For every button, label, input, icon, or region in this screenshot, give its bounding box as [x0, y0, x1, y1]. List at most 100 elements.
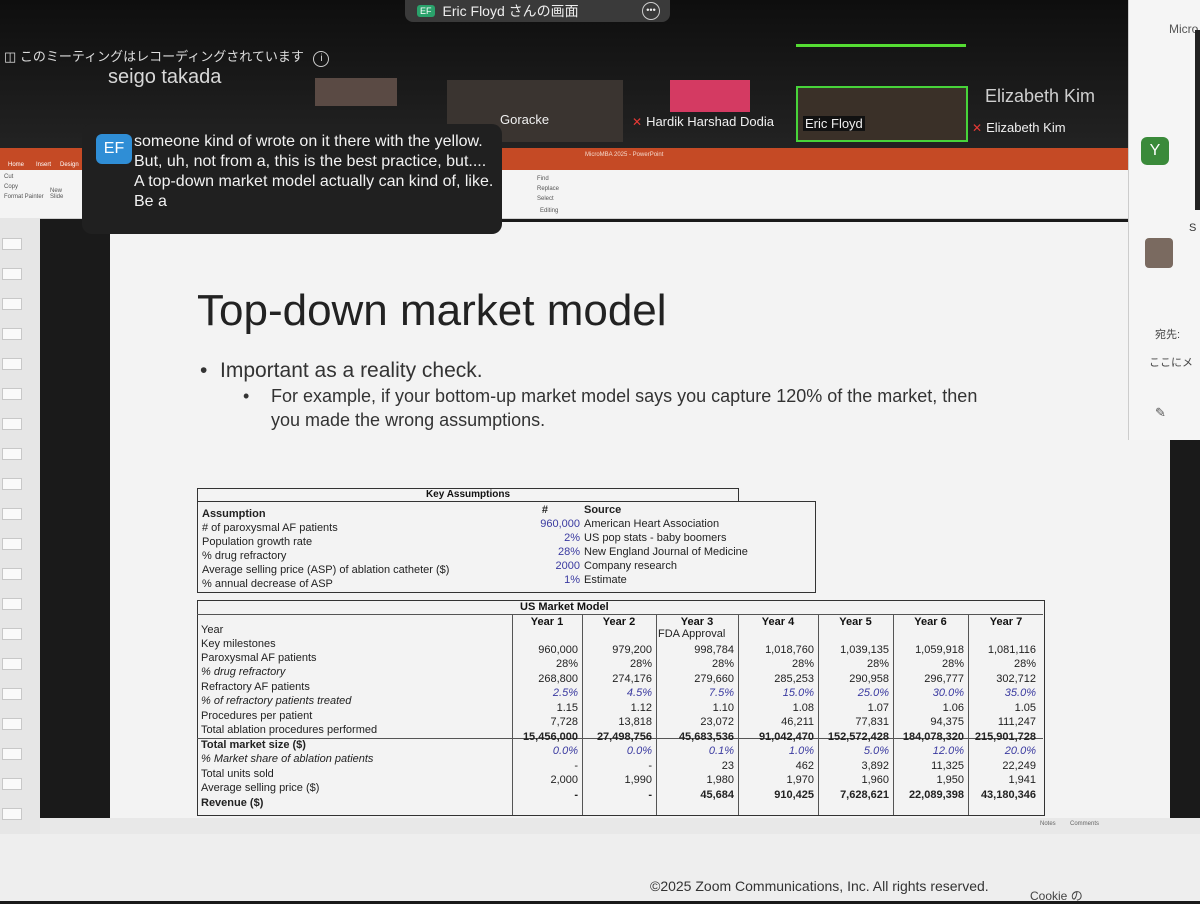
live-caption: EF someone kind of wrote on it there wit… — [82, 124, 502, 234]
mm-cell-value: 7.5% — [708, 687, 734, 699]
mm-cell-value: 1,941 — [1008, 774, 1036, 786]
slide-thumbnail[interactable] — [2, 808, 22, 820]
recording-icon: ◫ — [4, 49, 17, 64]
slide-thumbnail[interactable] — [2, 628, 22, 640]
ka-source: New England Journal of Medicine — [584, 546, 748, 558]
tab-home[interactable]: Home — [8, 162, 24, 168]
ka-col-source: Source — [584, 504, 622, 516]
slide-thumbnail[interactable] — [2, 328, 22, 340]
mm-cell-value: 998,784 — [694, 644, 734, 656]
participant-name-elizabeth: Elizabeth Kim — [986, 120, 1066, 135]
mm-cell-value: 35.0% — [1004, 687, 1036, 699]
participant-video-hardik[interactable] — [670, 80, 750, 112]
mm-row-label: Average selling price ($) — [201, 782, 320, 794]
slide-thumbnail[interactable] — [2, 298, 22, 310]
cookie-link[interactable]: Cookie の — [1030, 887, 1083, 904]
mm-cell-value: 0.1% — [708, 745, 734, 757]
slide-thumbnail[interactable] — [2, 238, 22, 250]
participant-name-hardik: Hardik Harshad Dodia — [646, 114, 774, 129]
slide-thumbnail[interactable] — [2, 748, 22, 760]
mm-row-label: Total ablation procedures performed — [201, 724, 378, 736]
bullet-2-text: For example, if your bottom-up market mo… — [271, 386, 978, 430]
ka-source: Estimate — [584, 574, 627, 586]
slide-thumbnail[interactable] — [2, 358, 22, 370]
chat-header-text: Micro — [1169, 22, 1199, 36]
mm-cell-value: 1.10 — [712, 702, 734, 714]
slide-thumbnail[interactable] — [2, 658, 22, 670]
participant-name-seigo: seigo takada — [108, 66, 222, 88]
participant-label-hardik: ✕ Hardik Harshad Dodia — [632, 114, 774, 129]
ka-value: 2000 — [555, 560, 580, 572]
participant-name-elizabeth-large: Elizabeth Kim — [985, 86, 1096, 106]
mm-cell-value: 215,901,728 — [974, 731, 1036, 743]
slide-thumbnail[interactable] — [2, 268, 22, 280]
tab-insert[interactable]: Insert — [36, 162, 51, 168]
muted-icon: ✕ — [632, 115, 643, 129]
format-painter-button[interactable]: Format Painter — [4, 194, 44, 200]
bullet-1: • Important as a reality check. — [200, 359, 483, 383]
sender-avatar[interactable] — [1145, 238, 1173, 268]
chat-panel: Micro Y S 宛先: ここにメ ✎ — [1128, 0, 1200, 440]
ka-col-num: # — [541, 504, 548, 516]
tab-design[interactable]: Design — [60, 162, 79, 168]
slide-thumbnail[interactable] — [2, 598, 22, 610]
slide-thumbnail[interactable] — [2, 538, 22, 550]
mm-cell-value: 27,498,756 — [596, 731, 652, 743]
ka-value: 28% — [557, 546, 580, 558]
new-slide-button[interactable]: New Slide — [50, 188, 70, 200]
ka-source: Company research — [584, 560, 677, 572]
mm-row-label: % of refractory patients treated — [201, 695, 352, 707]
slide-thumbnail[interactable] — [2, 718, 22, 730]
cut-button[interactable]: Cut — [4, 174, 13, 180]
mm-cell-value: 1,980 — [706, 774, 734, 786]
participant-video-1[interactable] — [315, 78, 397, 106]
ka-col-assumption: Assumption — [202, 508, 266, 520]
mm-row-label: % drug refractory — [201, 666, 286, 678]
editing-group-label: Editing — [540, 208, 559, 214]
ka-value: 2% — [564, 532, 580, 544]
slide-thumbnail[interactable] — [2, 568, 22, 580]
slide-thumbnail[interactable] — [2, 688, 22, 700]
recording-text: このミーティングはレコーディングされています — [19, 49, 304, 64]
recording-notice: ◫ このミーティングはレコーディングされています i — [4, 46, 330, 67]
ka-label: Average selling price (ASP) of ablation … — [202, 564, 450, 576]
slide-thumbnail[interactable] — [2, 778, 22, 790]
copy-button[interactable]: Copy — [4, 184, 18, 190]
participant-name-eric: Eric Floyd — [803, 116, 865, 131]
window-edge — [1195, 30, 1200, 210]
comments-button[interactable]: Comments — [1070, 821, 1099, 827]
pen-icon[interactable]: ✎ — [1155, 405, 1166, 421]
participant-video-eric[interactable] — [796, 86, 968, 142]
zoom-footer — [0, 834, 1200, 901]
avatar[interactable]: Y — [1141, 137, 1169, 165]
mm-cell-value: 22,249 — [1002, 760, 1036, 772]
slide-thumbnail[interactable] — [2, 448, 22, 460]
share-title: Eric Floyd さんの画面 — [442, 3, 579, 19]
slide-title: Top-down market model — [197, 286, 667, 335]
mm-cell-value: 0.0% — [626, 745, 652, 757]
mm-year-header: Year 6 — [914, 616, 947, 628]
share-indicator[interactable]: EF Eric Floyd さんの画面 ••• — [405, 0, 670, 22]
mm-year-header: Year 4 — [761, 616, 795, 628]
select-button[interactable]: Select — [537, 196, 554, 202]
mm-row-label: Year — [201, 624, 224, 636]
mm-cell-value: 111,247 — [997, 716, 1036, 728]
bullet-1-text: Important as a reality check. — [220, 359, 483, 382]
table-header-divider — [197, 614, 1043, 615]
chat-input-placeholder[interactable]: ここにメ — [1149, 354, 1193, 370]
slide-thumbnail[interactable] — [2, 478, 22, 490]
participant-label-elizabeth: ✕ Elizabeth Kim — [972, 120, 1066, 135]
mm-cell-value: 4.5% — [626, 687, 652, 699]
find-button[interactable]: Find — [537, 176, 549, 182]
slide-thumbnail[interactable] — [2, 508, 22, 520]
notes-button[interactable]: Notes — [1040, 821, 1056, 827]
more-options-icon[interactable]: ••• — [642, 2, 660, 20]
info-icon[interactable]: i — [313, 51, 330, 67]
mm-milestone: FDA Approval — [658, 628, 726, 640]
slide-thumbnail[interactable] — [2, 388, 22, 400]
mm-cell-value: 1.05 — [1014, 702, 1036, 714]
replace-button[interactable]: Replace — [537, 186, 559, 192]
mm-cell-value: 302,712 — [996, 673, 1036, 685]
key-assumptions-table: Assumption # Source # of paroxysmal AF p… — [197, 501, 816, 593]
slide-thumbnail[interactable] — [2, 418, 22, 430]
